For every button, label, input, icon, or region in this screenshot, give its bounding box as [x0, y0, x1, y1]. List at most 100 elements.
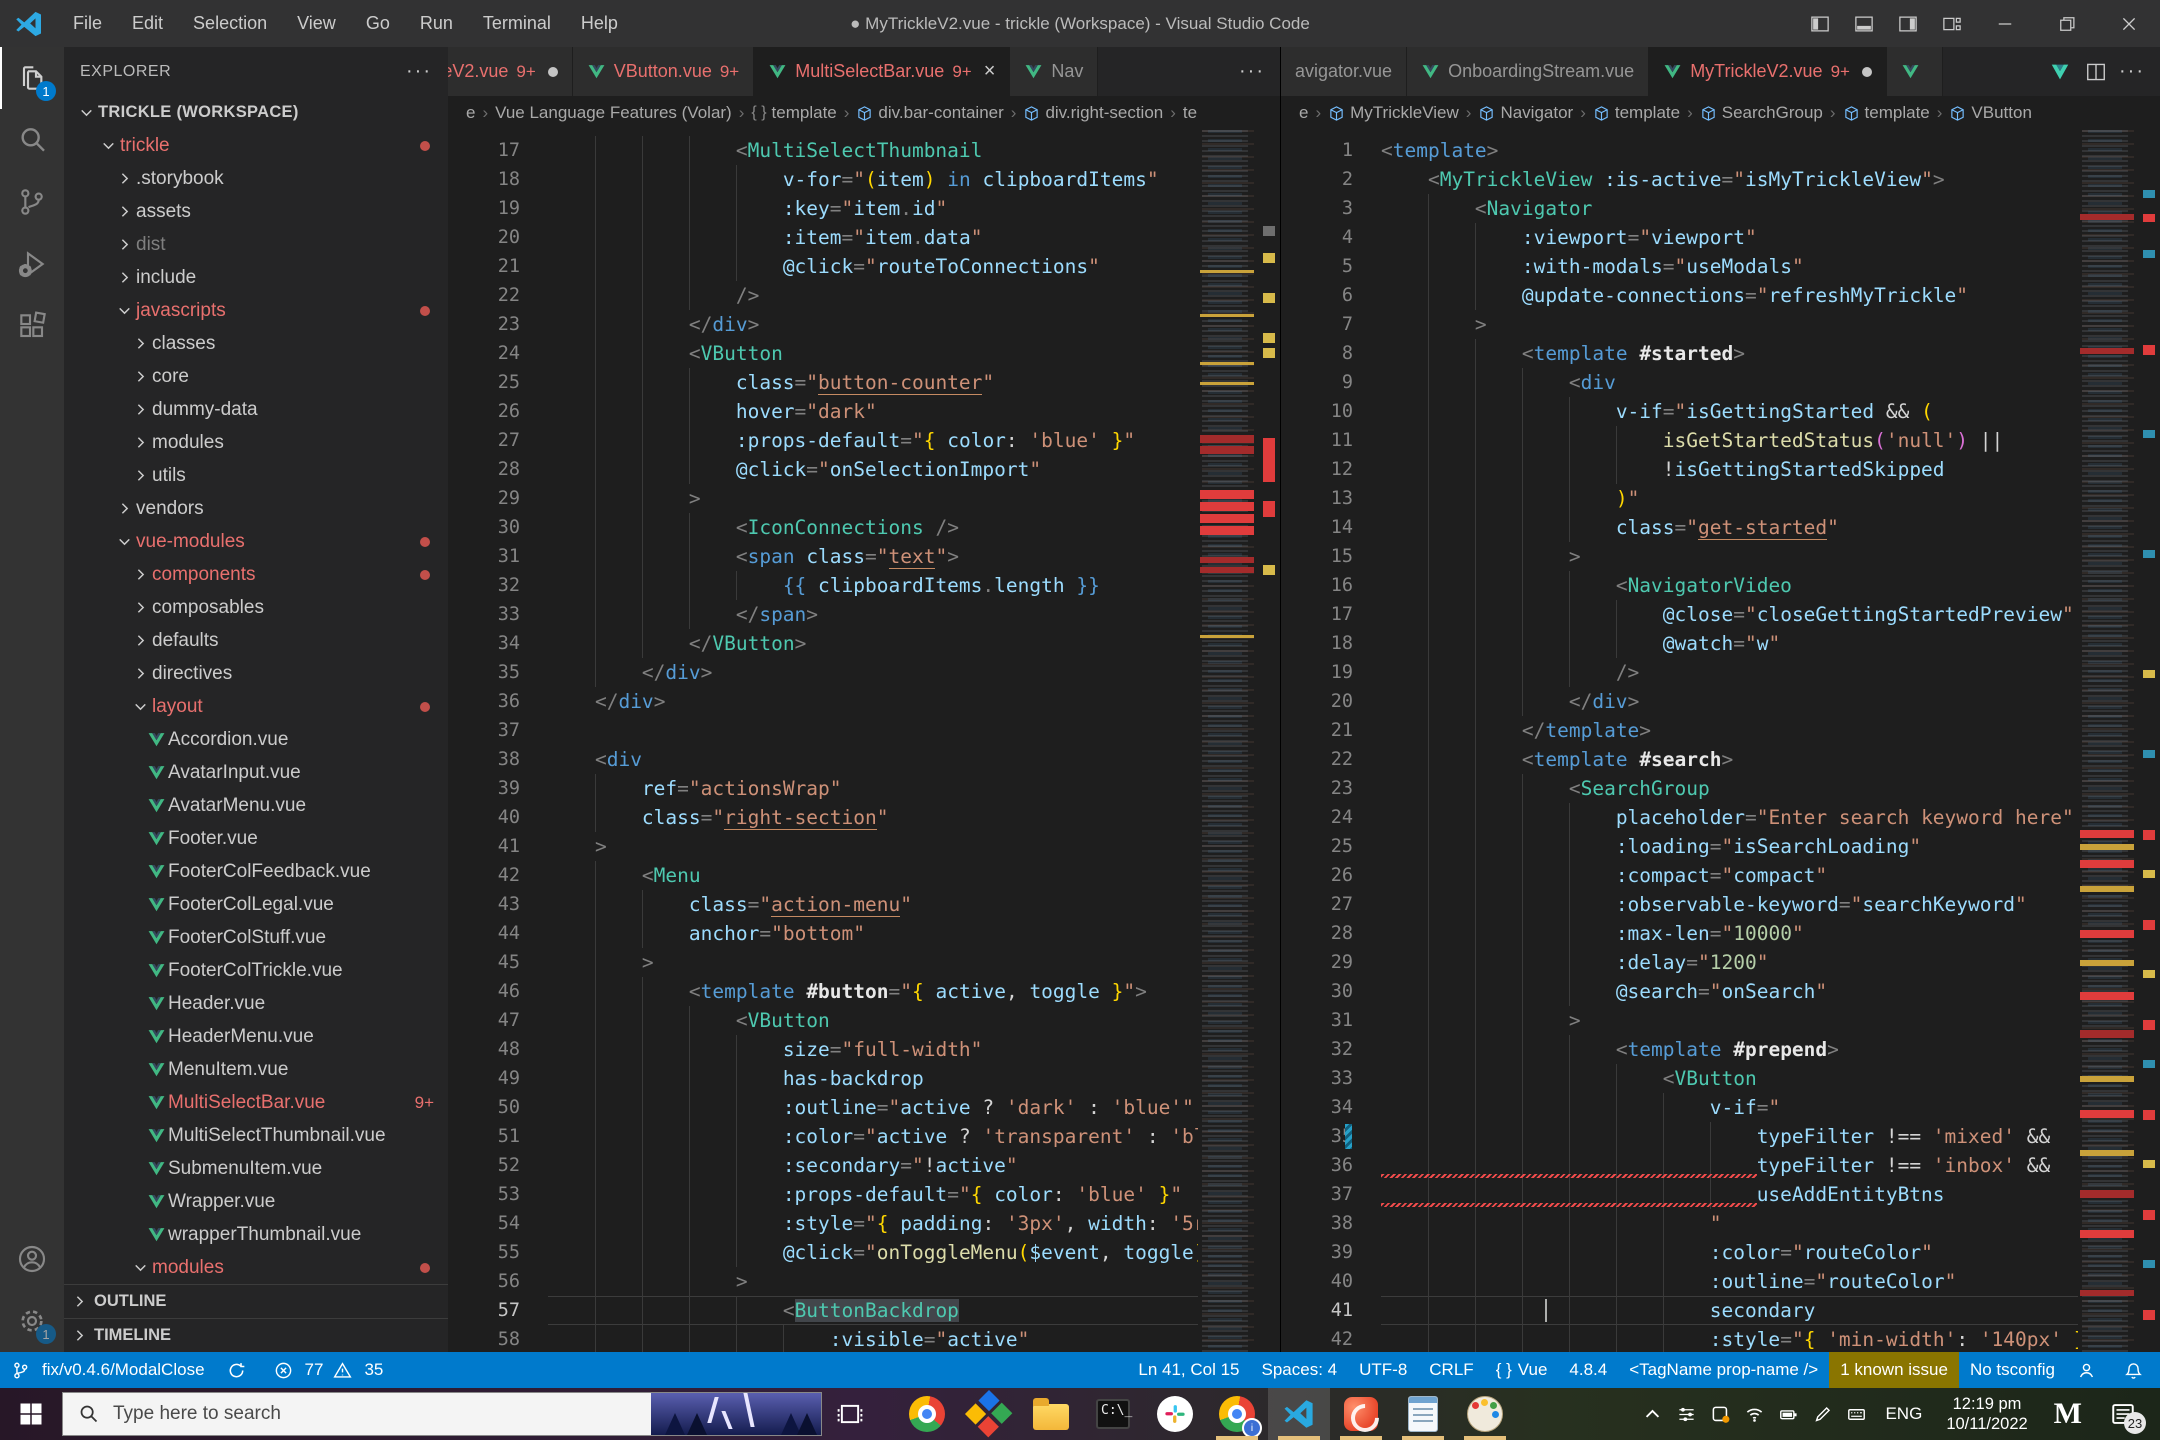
breadcrumb-item[interactable]: SearchGroup	[1700, 103, 1823, 123]
code-line-41[interactable]: 41 secondary	[1281, 1296, 2078, 1325]
code-line-20[interactable]: 20 </div>	[1281, 687, 2078, 716]
code-line-58[interactable]: 58 :visible="active"	[448, 1325, 1198, 1352]
code-line-41[interactable]: 41 >	[448, 832, 1198, 861]
tab-MyTrickleV2.vue[interactable]: MyTrickleV2.vue 9+	[1649, 47, 1887, 96]
tree-file-accordion.vue[interactable]: Accordion.vue	[64, 723, 448, 756]
code-line-14[interactable]: 14 class="get-started"	[1281, 513, 2078, 542]
code-line-48[interactable]: 48 size="full-width"	[448, 1035, 1198, 1064]
tab-close-icon[interactable]: ×	[984, 60, 996, 83]
taskbar-app-chrome-profile[interactable]: i	[1206, 1388, 1268, 1440]
code-line-42[interactable]: 42 <Menu	[448, 861, 1198, 890]
code-line-5[interactable]: 5 :with-modals="useModals"	[1281, 252, 2078, 281]
code-line-54[interactable]: 54 :style="{ padding: '3px', width: '5re…	[448, 1209, 1198, 1238]
tree-file-submenuitem.vue[interactable]: SubmenuItem.vue	[64, 1152, 448, 1185]
code-line-43[interactable]: 43 class="action-menu"	[448, 890, 1198, 919]
code-editor[interactable]: 17 <MultiSelectThumbnail 18 v-for="(item)…	[448, 130, 1280, 1352]
tree-file-avatarinput.vue[interactable]: AvatarInput.vue	[64, 756, 448, 789]
code-line-40[interactable]: 40 class="right-section"	[448, 803, 1198, 832]
minimize-button[interactable]	[1974, 0, 2036, 47]
tab-TrickleV2.vue[interactable]: TrickleV2.vue 9+	[448, 47, 573, 96]
action-center-button[interactable]: 23	[2096, 1388, 2150, 1440]
breadcrumb-item[interactable]: Vue Language Features (Volar)	[495, 103, 732, 123]
search-highlight-graphic[interactable]	[651, 1393, 821, 1435]
menu-terminal[interactable]: Terminal	[468, 0, 566, 47]
code-line-45[interactable]: 45 >	[448, 948, 1198, 977]
tree-file-multiselectbar.vue[interactable]: MultiSelectBar.vue 9+	[64, 1086, 448, 1119]
code-line-17[interactable]: 17 <MultiSelectThumbnail	[448, 136, 1198, 165]
code-line-3[interactable]: 3 <Navigator	[1281, 194, 2078, 223]
volar-naming[interactable]: <TagName prop-name />	[1618, 1352, 1829, 1388]
code-line-37[interactable]: 37	[448, 716, 1198, 745]
known-issues[interactable]: 1 known issue	[1829, 1352, 1959, 1388]
code-line-21[interactable]: 21 </template>	[1281, 716, 2078, 745]
code-line-25[interactable]: 25 :loading="isSearchLoading"	[1281, 832, 2078, 861]
breadcrumb-item[interactable]: div.right-section	[1023, 103, 1163, 123]
start-button[interactable]	[0, 1388, 62, 1440]
ts-version[interactable]: 4.8.4	[1558, 1352, 1618, 1388]
code-line-30[interactable]: 30 @search="onSearch"	[1281, 977, 2078, 1006]
code-line-19[interactable]: 19 />	[1281, 658, 2078, 687]
breadcrumb-item[interactable]: template	[1843, 103, 1930, 123]
sync-button[interactable]	[216, 1352, 263, 1388]
code-line-40[interactable]: 40 :outline="routeColor"	[1281, 1267, 2078, 1296]
code-line-7[interactable]: 7 >	[1281, 310, 2078, 339]
tree-file-footercollegal.vue[interactable]: FooterColLegal.vue	[64, 888, 448, 921]
tree-folder-composables[interactable]: composables	[64, 591, 448, 624]
tree-folder-components[interactable]: components	[64, 558, 448, 591]
tray-wifi-icon[interactable]	[1737, 1388, 1771, 1440]
taskbar-app-chrome[interactable]	[896, 1388, 958, 1440]
editor-more-actions-button[interactable]: ···	[2114, 54, 2150, 90]
breadcrumb-item[interactable]: e	[1299, 103, 1308, 123]
code-line-39[interactable]: 39 :color="routeColor"	[1281, 1238, 2078, 1267]
code-line-46[interactable]: 46 <template #button="{ active, toggle }…	[448, 977, 1198, 1006]
code-line-11[interactable]: 11 isGetStartedStatus('null') ||	[1281, 426, 2078, 455]
tree-folder-.storybook[interactable]: .storybook	[64, 162, 448, 195]
tree-folder-modules[interactable]: modules	[64, 426, 448, 459]
code-line-23[interactable]: 23 <SearchGroup	[1281, 774, 2078, 803]
tree-file-header.vue[interactable]: Header.vue	[64, 987, 448, 1020]
code-line-55[interactable]: 55 @click="onToggleMenu($event, toggle)"	[448, 1238, 1198, 1267]
code-editor[interactable]: 1 <template> 2 <MyTrickleView :is-active="…	[1281, 130, 2160, 1352]
explorer-more-actions-button[interactable]: ···	[406, 60, 432, 83]
tree-file-multiselectthumbnail.vue[interactable]: MultiSelectThumbnail.vue	[64, 1119, 448, 1152]
tray-pen-icon[interactable]	[1805, 1388, 1839, 1440]
cursor-position[interactable]: Ln 41, Col 15	[1127, 1352, 1250, 1388]
tree-folder-dummy-data[interactable]: dummy-data	[64, 393, 448, 426]
menu-run[interactable]: Run	[405, 0, 468, 47]
activitybar-accounts[interactable]	[0, 1228, 64, 1290]
tree-folder-javascripts[interactable]: javascripts	[64, 294, 448, 327]
tray-battery-icon[interactable]	[1771, 1388, 1805, 1440]
taskbar-app-terminal[interactable]: C:\_	[1082, 1388, 1144, 1440]
code-line-24[interactable]: 24 <VButton	[448, 339, 1198, 368]
tree-folder-trickle[interactable]: trickle	[64, 129, 448, 162]
activitybar-explorer[interactable]: 1	[0, 47, 64, 109]
code-line-34[interactable]: 34 v-if="	[1281, 1093, 2078, 1122]
code-line-42[interactable]: 42 :style="{ 'min-width': '140px' }	[1281, 1325, 2078, 1352]
tree-file-menuitem.vue[interactable]: MenuItem.vue	[64, 1053, 448, 1086]
tab-cut[interactable]	[1886, 47, 1943, 96]
tab-OnboardingStream.vue[interactable]: OnboardingStream.vue	[1407, 47, 1650, 96]
tree-folder-include[interactable]: include	[64, 261, 448, 294]
breadcrumb-item[interactable]: VButton	[1949, 103, 2032, 123]
tree-folder-vendors[interactable]: vendors	[64, 492, 448, 525]
code-line-15[interactable]: 15 >	[1281, 542, 2078, 571]
tree-file-footercolfeedback.vue[interactable]: FooterColFeedback.vue	[64, 855, 448, 888]
code-line-13[interactable]: 13 )"	[1281, 484, 2078, 513]
code-line-31[interactable]: 31 <span class="text">	[448, 542, 1198, 571]
restore-button[interactable]	[2036, 0, 2098, 47]
code-line-28[interactable]: 28 :max-len="10000"	[1281, 919, 2078, 948]
code-line-18[interactable]: 18 @watch="w"	[1281, 629, 2078, 658]
code-line-30[interactable]: 30 <IconConnections />	[448, 513, 1198, 542]
code-line-29[interactable]: 29 :delay="1200"	[1281, 948, 2078, 977]
code-line-47[interactable]: 47 <VButton	[448, 1006, 1198, 1035]
code-line-33[interactable]: 33 </span>	[448, 600, 1198, 629]
activitybar-source-control[interactable]	[0, 171, 64, 233]
code-line-26[interactable]: 26 :compact="compact"	[1281, 861, 2078, 890]
branch-status[interactable]: fix/v0.4.6/ModalClose	[0, 1352, 216, 1388]
encoding[interactable]: UTF-8	[1348, 1352, 1418, 1388]
tab-Nav[interactable]: Nav	[1010, 47, 1099, 96]
taskbar-app-paint[interactable]	[1454, 1388, 1516, 1440]
code-line-33[interactable]: 33 <VButton	[1281, 1064, 2078, 1093]
input-language[interactable]: ENG	[1873, 1404, 1934, 1424]
activitybar-manage[interactable]: 1	[0, 1290, 64, 1352]
